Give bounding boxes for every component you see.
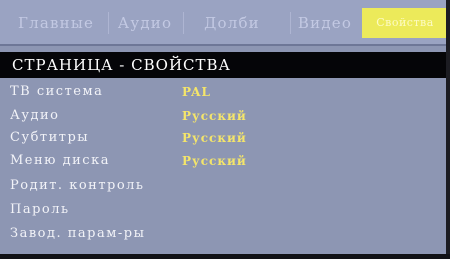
setting-label: Субтитры xyxy=(10,130,90,145)
setting-value: PAL xyxy=(182,85,211,99)
setting-value: Русский xyxy=(182,154,247,168)
setting-row-tv-system[interactable]: ТВ система PAL xyxy=(0,82,450,102)
tab-audio[interactable]: Аудио xyxy=(112,8,178,38)
setting-label: Меню диска xyxy=(10,153,110,168)
setting-label: Аудио xyxy=(10,108,60,123)
setting-row-parental-control[interactable]: Родит. контроль xyxy=(0,176,450,196)
tab-separator xyxy=(290,12,291,34)
setting-label: Завод. парам-ры xyxy=(10,226,146,241)
setting-label: Пароль xyxy=(10,202,70,217)
tab-separator xyxy=(183,12,184,34)
tab-main[interactable]: Главные xyxy=(8,8,104,38)
dvd-setup-screen: Главные Аудио Долби Видео Свойства СТРАН… xyxy=(0,0,450,259)
tv-bezel-right xyxy=(446,0,450,259)
setting-value: Русский xyxy=(182,109,247,123)
setting-row-audio[interactable]: Аудио Русский xyxy=(0,106,450,126)
setting-row-factory-reset[interactable]: Завод. парам-ры xyxy=(0,224,450,244)
menu-tab-bar: Главные Аудио Долби Видео Свойства xyxy=(0,0,450,46)
setting-row-disc-menu[interactable]: Меню диска Русский xyxy=(0,151,450,171)
page-title: СТРАНИЦА - СВОЙСТВА xyxy=(0,52,448,78)
tab-video[interactable]: Видео xyxy=(296,8,354,38)
setting-row-password[interactable]: Пароль xyxy=(0,200,450,220)
tab-separator xyxy=(108,12,109,34)
setting-row-subtitles[interactable]: Субтитры Русский xyxy=(0,128,450,148)
setting-label: ТВ система xyxy=(10,84,104,99)
setting-label: Родит. контроль xyxy=(10,178,145,193)
tab-properties[interactable]: Свойства xyxy=(362,8,448,38)
tab-dolby[interactable]: Долби xyxy=(200,8,264,38)
tv-bezel-bottom xyxy=(0,254,450,259)
setting-value: Русский xyxy=(182,131,247,145)
